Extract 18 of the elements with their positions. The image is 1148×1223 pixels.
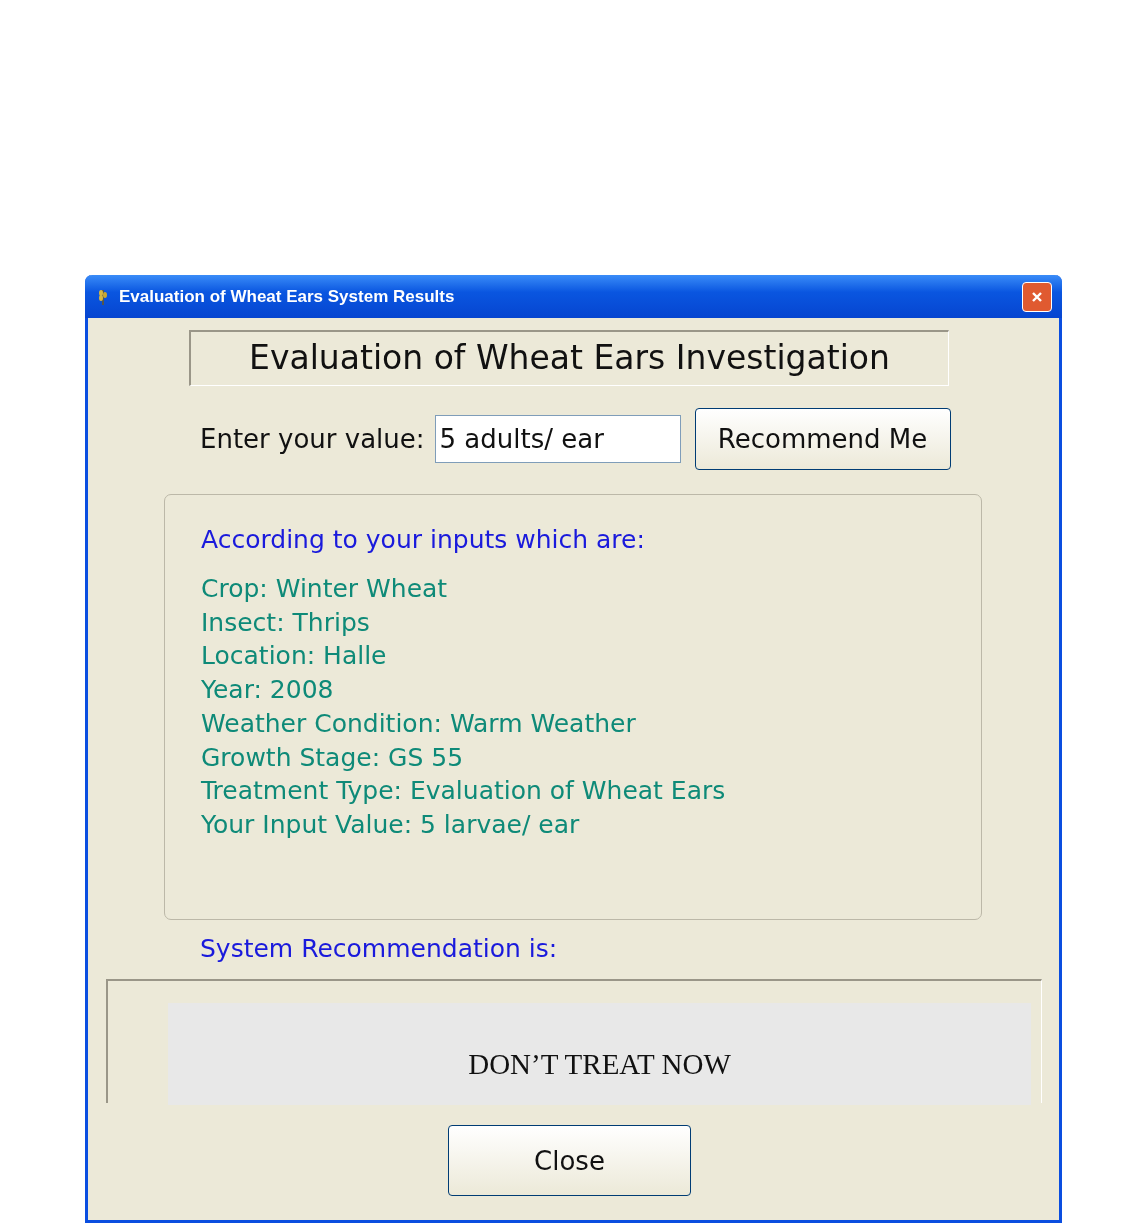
value-label: Enter your value: bbox=[200, 424, 425, 454]
close-button[interactable]: Close bbox=[448, 1125, 691, 1196]
input-summary-line: Location: Halle bbox=[201, 640, 388, 673]
window-title: Evaluation of Wheat Ears System Results bbox=[119, 286, 456, 307]
input-summary-line: Your Input Value: 5 larvae/ ear bbox=[201, 808, 581, 841]
recommendation-result: DON’T TREAT NOW bbox=[168, 1003, 1031, 1105]
value-field[interactable]: 5 adults/ ear bbox=[434, 415, 681, 463]
input-summary-line: Insect: Thrips bbox=[201, 606, 371, 639]
input-summary-line: Weather Condition: Warm Weather bbox=[201, 707, 637, 740]
recommendation-label: System Recommendation is: bbox=[200, 934, 559, 963]
close-icon[interactable] bbox=[1022, 281, 1052, 312]
recommend-button[interactable]: Recommend Me bbox=[694, 408, 951, 470]
inputs-intro: According to your inputs which are: bbox=[201, 525, 646, 554]
input-summary-line: Growth Stage: GS 55 bbox=[201, 741, 465, 774]
input-summary-line: Crop: Winter Wheat bbox=[201, 573, 449, 605]
heading-label: Evaluation of Wheat Ears Investigation bbox=[189, 330, 949, 386]
input-summary-line: Treatment Type: Evaluation of Wheat Ears bbox=[201, 775, 727, 808]
input-summary-line: Year: 2008 bbox=[201, 674, 335, 707]
